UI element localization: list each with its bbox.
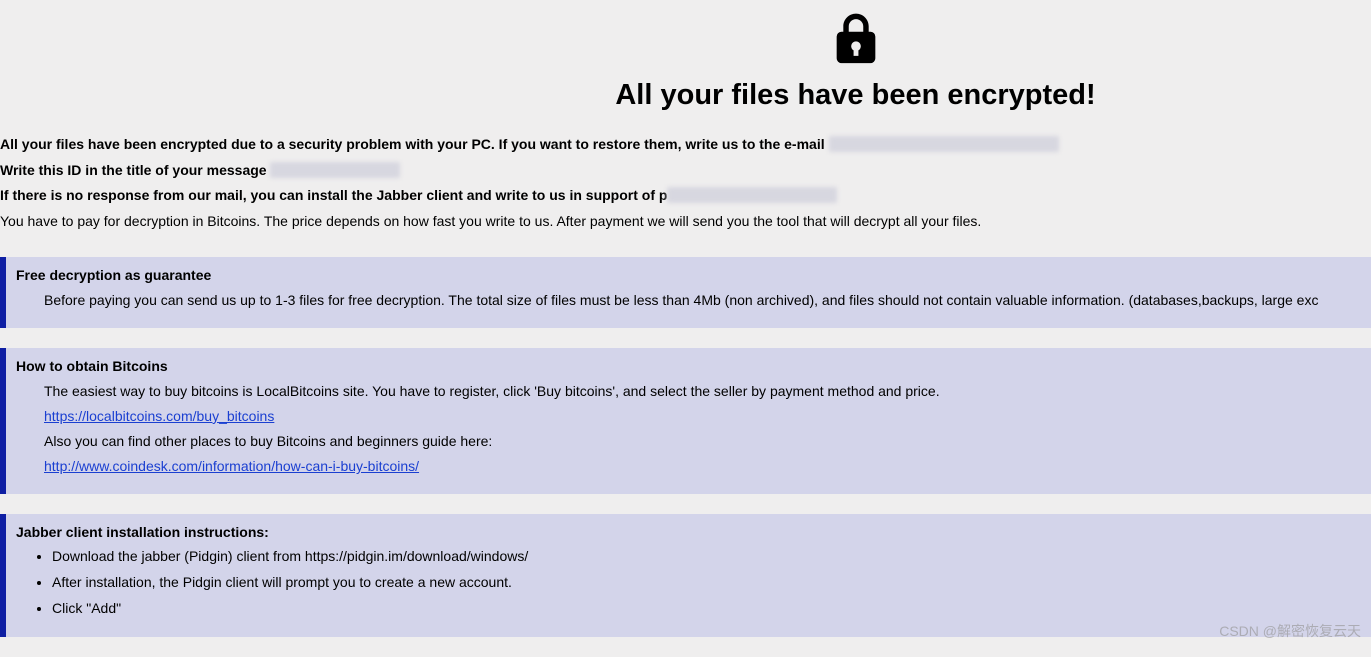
intro-line-2: Write this ID in the title of your messa… bbox=[0, 160, 1371, 182]
panel-bitcoin-body: The easiest way to buy bitcoins is Local… bbox=[16, 380, 1355, 478]
list-item: Click "Add" bbox=[52, 598, 1355, 620]
header: All your files have been encrypted! bbox=[0, 0, 1371, 112]
redacted-email bbox=[829, 136, 1059, 152]
panel-free-body: Before paying you can send us up to 1-3 … bbox=[16, 289, 1355, 312]
list-item: After installation, the Pidgin client wi… bbox=[52, 572, 1355, 594]
intro-line-1-text: All your files have been encrypted due t… bbox=[0, 136, 829, 152]
panel-free-title: Free decryption as guarantee bbox=[16, 267, 1355, 283]
intro-line-4: You have to pay for decryption in Bitcoi… bbox=[0, 211, 1371, 233]
redacted-id bbox=[270, 162, 400, 178]
intro-line-3-text: If there is no response from our mail, y… bbox=[0, 187, 659, 203]
lock-icon-wrap bbox=[0, 10, 1371, 71]
panel-bitcoin: How to obtain Bitcoins The easiest way t… bbox=[0, 348, 1371, 494]
bitcoin-line-1: The easiest way to buy bitcoins is Local… bbox=[44, 380, 1355, 403]
intro-line-3-visible: p bbox=[659, 187, 668, 203]
lock-icon bbox=[827, 10, 885, 71]
redacted-jabber bbox=[667, 187, 837, 203]
page-title: All your files have been encrypted! bbox=[0, 79, 1371, 112]
panel-free-decryption: Free decryption as guarantee Before payi… bbox=[0, 257, 1371, 328]
bitcoin-line-2: Also you can find other places to buy Bi… bbox=[44, 430, 1355, 453]
intro-line-2-text: Write this ID in the title of your messa… bbox=[0, 162, 270, 178]
intro-line-3: If there is no response from our mail, y… bbox=[0, 185, 1371, 207]
intro-line-1: All your files have been encrypted due t… bbox=[0, 134, 1371, 156]
panel-jabber: Jabber client installation instructions:… bbox=[0, 514, 1371, 637]
list-item: Download the jabber (Pidgin) client from… bbox=[52, 546, 1355, 568]
bitcoin-link-1[interactable]: https://localbitcoins.com/buy_bitcoins bbox=[44, 408, 274, 424]
bitcoin-link-2[interactable]: http://www.coindesk.com/information/how-… bbox=[44, 458, 419, 474]
panel-free-text: Before paying you can send us up to 1-3 … bbox=[44, 289, 1355, 312]
panel-bitcoin-title: How to obtain Bitcoins bbox=[16, 358, 1355, 374]
jabber-steps: Download the jabber (Pidgin) client from… bbox=[16, 546, 1355, 619]
intro-block: All your files have been encrypted due t… bbox=[0, 134, 1371, 247]
panel-jabber-title: Jabber client installation instructions: bbox=[16, 524, 1355, 540]
